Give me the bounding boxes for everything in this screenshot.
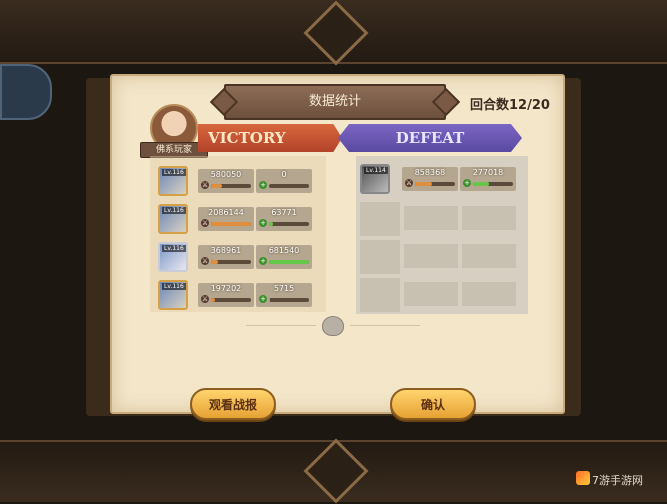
damage-value: 858368 bbox=[402, 168, 458, 177]
hero-level: Lv.116 bbox=[162, 169, 186, 176]
hero-portrait[interactable]: Lv.116 bbox=[158, 166, 188, 196]
damage-bar bbox=[211, 298, 215, 302]
bag-icon bbox=[322, 316, 344, 336]
victory-banner: VICTORY bbox=[198, 124, 342, 152]
hero-level: Lv.114 bbox=[364, 167, 388, 174]
heal-value: 63771 bbox=[256, 208, 312, 217]
hero-level: Lv.116 bbox=[162, 245, 186, 252]
plus-icon: + bbox=[259, 295, 267, 303]
plus-icon: + bbox=[463, 179, 471, 187]
page-title: 数据统计 bbox=[224, 84, 446, 120]
heal-stat: 63771 + bbox=[256, 207, 312, 231]
divider-right bbox=[350, 325, 420, 326]
hero-level: Lv.116 bbox=[162, 207, 186, 214]
empty-hero-slot bbox=[360, 240, 400, 274]
damage-value: 2086144 bbox=[198, 208, 254, 217]
damage-value: 580050 bbox=[198, 170, 254, 179]
damage-value: 197202 bbox=[198, 284, 254, 293]
damage-stat: 2086144 ⚔ bbox=[198, 207, 254, 231]
watermark: 7游手游网 bbox=[592, 472, 643, 488]
heal-value: 681540 bbox=[256, 246, 312, 255]
hero-portrait[interactable]: Lv.116 bbox=[158, 242, 188, 272]
empty-stat-slot bbox=[462, 282, 516, 306]
empty-stat-slot bbox=[404, 244, 458, 268]
plus-icon: + bbox=[259, 181, 267, 189]
plus-icon: + bbox=[259, 257, 267, 265]
plus-icon: + bbox=[259, 219, 267, 227]
heal-value: 5715 bbox=[256, 284, 312, 293]
damage-bar bbox=[211, 222, 251, 226]
heal-bar bbox=[269, 260, 309, 264]
watermark-logo-icon bbox=[576, 471, 590, 485]
heal-bar bbox=[473, 182, 489, 186]
sword-icon: ⚔ bbox=[201, 257, 209, 265]
sword-icon: ⚔ bbox=[201, 219, 209, 227]
empty-hero-slot bbox=[360, 202, 400, 236]
confirm-button[interactable]: 确认 bbox=[390, 388, 476, 420]
heal-stat: 5715 + bbox=[256, 283, 312, 307]
damage-stat: 858368 ⚔ bbox=[402, 167, 458, 191]
heal-stat: 277018 + bbox=[460, 167, 516, 191]
empty-stat-slot bbox=[404, 282, 458, 306]
damage-stat: 580050 ⚔ bbox=[198, 169, 254, 193]
damage-stat: 197202 ⚔ bbox=[198, 283, 254, 307]
empty-stat-slot bbox=[404, 206, 458, 230]
heal-bar bbox=[269, 222, 273, 226]
sword-icon: ⚔ bbox=[405, 179, 413, 187]
heal-value: 277018 bbox=[460, 168, 516, 177]
damage-bar bbox=[211, 260, 218, 264]
watch-replay-button[interactable]: 观看战报 bbox=[190, 388, 276, 420]
empty-stat-slot bbox=[462, 206, 516, 230]
sword-icon: ⚔ bbox=[201, 181, 209, 189]
heal-stat: 681540 + bbox=[256, 245, 312, 269]
hero-level: Lv.116 bbox=[162, 283, 186, 290]
hero-portrait[interactable]: Lv.116 bbox=[158, 204, 188, 234]
empty-stat-slot bbox=[462, 244, 516, 268]
defeat-banner: DEFEAT bbox=[338, 124, 522, 152]
sword-icon: ⚔ bbox=[201, 295, 209, 303]
heal-stat: 0 + bbox=[256, 169, 312, 193]
hero-portrait[interactable]: Lv.114 bbox=[360, 164, 390, 194]
empty-hero-slot bbox=[360, 278, 400, 312]
hero-portrait[interactable]: Lv.116 bbox=[158, 280, 188, 310]
damage-bar bbox=[415, 182, 432, 186]
damage-value: 368961 bbox=[198, 246, 254, 255]
divider-left bbox=[246, 325, 316, 326]
side-emblem bbox=[0, 64, 52, 120]
heal-value: 0 bbox=[256, 170, 312, 179]
rounds-counter: 回合数12/20 bbox=[470, 94, 550, 113]
damage-bar bbox=[211, 184, 222, 188]
damage-stat: 368961 ⚔ bbox=[198, 245, 254, 269]
